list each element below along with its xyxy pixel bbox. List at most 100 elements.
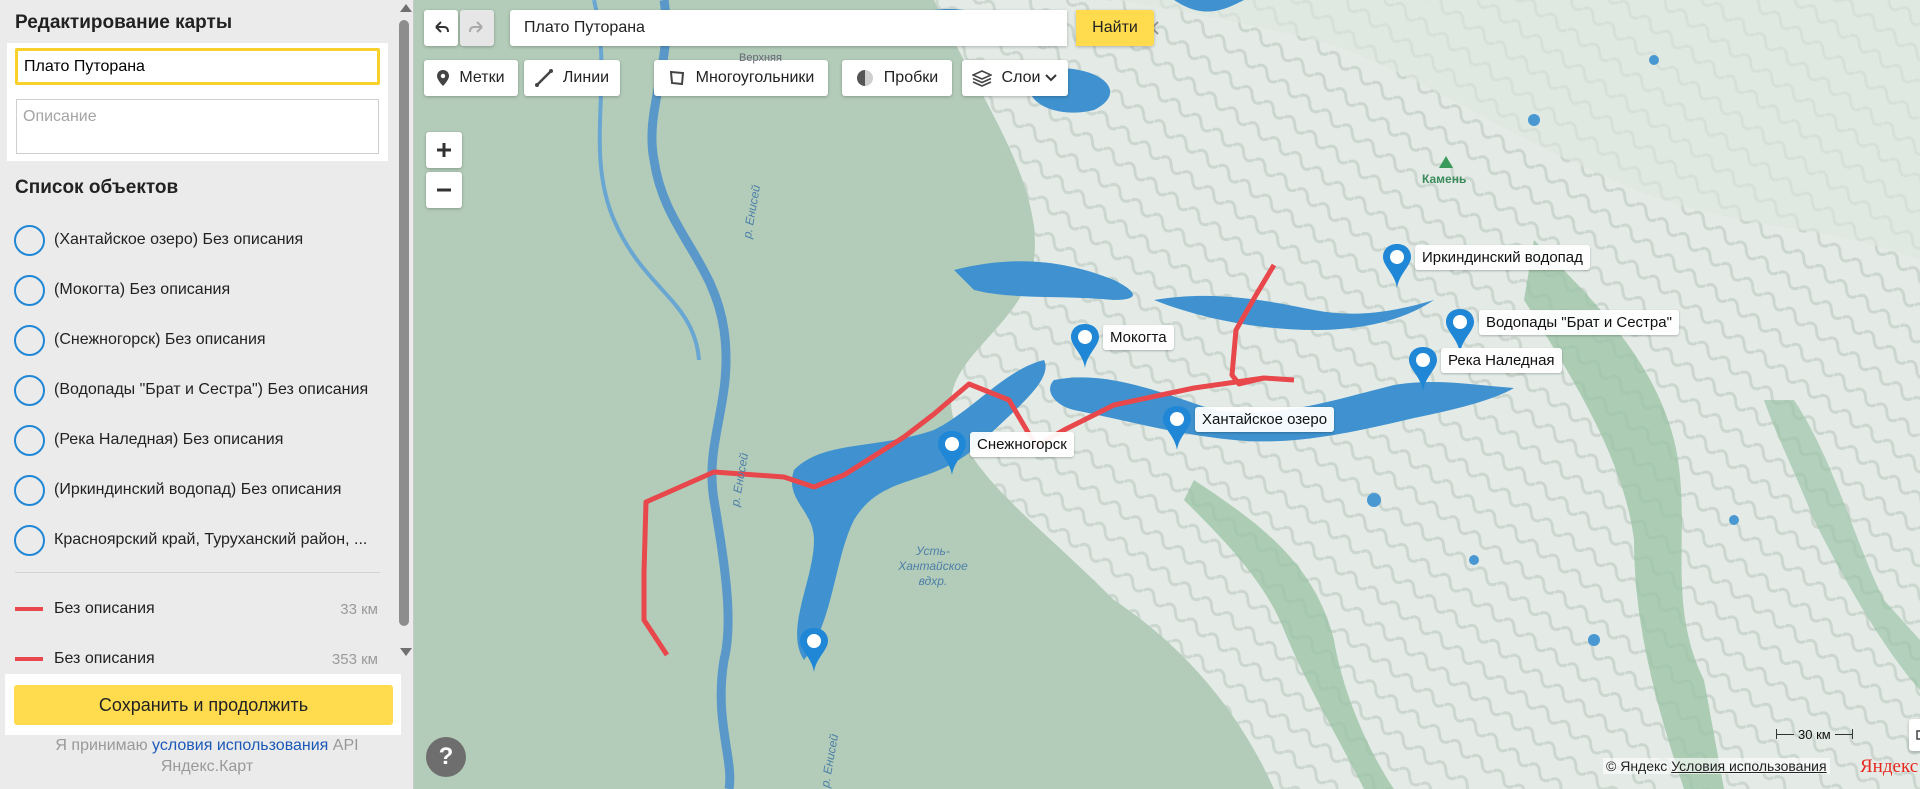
line-item-label: Без описания [54,600,155,617]
placemark-snezhnogorsk-icon[interactable] [932,429,972,477]
list-item[interactable]: Красноярский край, Туруханский район, ..… [0,515,392,565]
pin-icon [437,70,450,86]
panel-scrollbar[interactable] [396,0,414,665]
undo-icon [435,21,449,33]
scale-bar [1777,733,1794,735]
save-area: Сохранить и продолжить [5,674,401,735]
placemark-start-icon[interactable] [794,626,834,674]
list-item-label: (Иркиндинский водопад) Без описания [54,481,342,498]
placemark-label[interactable]: Водопады "Брат и Сестра" [1479,310,1679,335]
list-item-label: Красноярский край, Туруханский район, ..… [54,531,368,548]
map-form [7,43,388,161]
map-label-kamen: Камень [1422,172,1467,186]
scale-tick [1851,729,1853,739]
zoom-out-button[interactable] [426,172,462,208]
line-item[interactable]: Без описания 353 км [0,639,392,665]
list-item[interactable]: (Мокогта) Без описания [0,265,392,315]
ruler-icon [1916,730,1920,740]
map-label-top: Верхняя [739,52,782,64]
circle-icon [14,374,45,406]
terms-prefix: Я принимаю [55,737,153,754]
line-item-label: Без описания [54,650,155,665]
objects-list-title: Список объектов [15,177,179,198]
lines-button[interactable]: Линии [524,60,620,96]
polygons-label: Многоугольники [695,69,815,86]
layers-label: Слои [1001,69,1041,86]
search-input[interactable] [518,10,988,46]
placemark-irkinda-icon[interactable] [1377,242,1417,290]
copyright-text: © Яндекс [1606,758,1668,774]
placemark-khantaiskoe-icon[interactable] [1157,404,1197,452]
line-item-distance: 33 км [340,600,378,618]
objects-list: (Хантайское озеро) Без описания (Мокогта… [0,215,392,665]
line-swatch-icon [15,657,43,661]
line-item-distance: 353 км [331,650,378,666]
circle-icon [14,474,45,506]
find-button[interactable]: Найти [1076,10,1154,46]
list-item-label: (Снежногорск) Без описания [54,331,266,348]
map-scale: 30 км [1776,726,1853,742]
placemark-mokogta-icon[interactable] [1065,322,1105,370]
scrollbar-thumb[interactable] [399,20,409,626]
line-icon [534,69,553,87]
list-item[interactable]: (Хантайское озеро) Без описания [0,215,392,265]
scroll-up-icon[interactable] [400,4,412,12]
list-item[interactable]: (Иркиндинский водопад) Без описания [0,465,392,515]
circle-icon [14,324,45,356]
traffic-label: Пробки [883,69,939,86]
help-icon: ? [438,743,454,770]
polygon-icon [669,70,684,86]
line-item[interactable]: Без описания 33 км [0,589,392,629]
panel-title: Редактирование карты [15,12,233,33]
list-item-label: (Хантайское озеро) Без описания [54,231,304,248]
list-divider [15,572,380,573]
list-item-label: (Мокогта) Без описания [54,281,231,298]
list-item-label: (Водопады "Брат и Сестра") Без описания [54,381,369,398]
edit-panel: Редактирование карты Список объектов (Ха… [0,0,414,789]
scroll-down-icon[interactable] [400,648,412,656]
placemark-label[interactable]: Иркиндинский водопад [1415,245,1590,270]
marks-button[interactable]: Метки [424,60,518,96]
circle-icon [14,424,45,456]
map-background [414,0,1920,789]
layers-icon [971,70,992,87]
map-description-input[interactable] [16,99,379,154]
redo-icon [469,21,483,33]
circle-icon [14,524,45,556]
map-canvas[interactable]: Найти Метки Линии Многоугольники Пробки … [414,0,1920,789]
yandex-logo[interactable]: Яндекс [1860,756,1918,778]
placemark-naledna-icon[interactable] [1403,345,1443,393]
circle-icon [14,224,45,256]
terms-text: Я принимаю условия использования API Янд… [15,735,399,777]
map-terms-link[interactable]: Условия использования [1671,758,1826,774]
list-item[interactable]: (Снежногорск) Без описания [0,315,392,365]
list-item[interactable]: (Река Наледная) Без описания [0,415,392,465]
traffic-button[interactable]: Пробки [842,60,952,96]
layers-button[interactable]: Слои [962,60,1068,96]
list-item[interactable]: (Водопады "Брат и Сестра") Без описания [0,365,392,415]
chevron-down-icon [1045,74,1058,82]
search-box [510,10,1159,46]
list-item-label: (Река Наледная) Без описания [54,431,284,448]
map-label-reservoir: Усть- Хантайское вдхр. [898,544,968,588]
plus-icon [437,143,451,157]
line-swatch-icon [15,607,43,611]
minus-icon [437,188,451,192]
ruler-button[interactable] [1909,719,1920,751]
terms-link[interactable]: условия использования [152,737,328,754]
placemark-label[interactable]: Снежногорск [970,432,1074,457]
marks-label: Метки [459,69,505,86]
zoom-in-button[interactable] [426,132,462,168]
scale-label: 30 км [1798,726,1831,742]
redo-button[interactable] [460,10,494,46]
lines-label: Линии [562,69,610,86]
save-and-continue-button[interactable]: Сохранить и продолжить [14,685,393,725]
polygons-button[interactable]: Многоугольники [654,60,828,96]
placemark-label[interactable]: Река Наледная [1441,348,1562,373]
placemark-label[interactable]: Мокогта [1103,325,1174,350]
undo-button[interactable] [424,10,458,46]
map-name-input[interactable] [15,48,380,85]
placemark-label[interactable]: Хантайское озеро [1195,407,1335,432]
traffic-icon [856,70,873,86]
help-button[interactable]: ? [426,737,466,777]
